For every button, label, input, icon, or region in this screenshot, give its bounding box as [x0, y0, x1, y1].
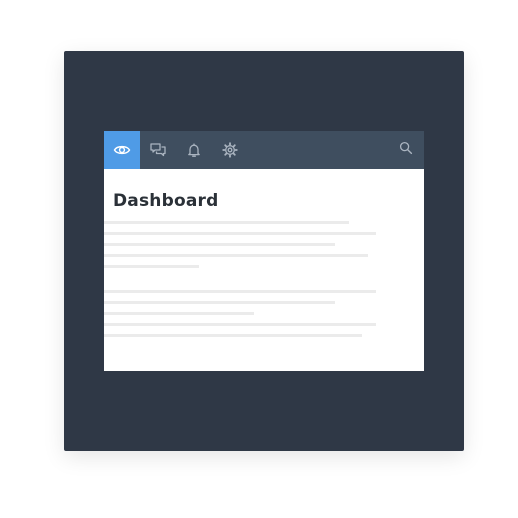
placeholder-text-line	[104, 312, 254, 315]
nav-item-settings[interactable]	[212, 131, 248, 169]
placeholder-text-line	[104, 323, 376, 326]
nav-item-messages[interactable]	[140, 131, 176, 169]
placeholder-text-line	[104, 221, 349, 224]
nav-item-notifications[interactable]	[176, 131, 212, 169]
placeholder-text-line	[104, 290, 376, 293]
chat-icon	[150, 143, 166, 157]
bell-icon	[188, 143, 200, 157]
top-navbar	[104, 131, 424, 169]
eye-icon	[113, 145, 131, 155]
placeholder-text-line	[104, 254, 368, 257]
search-button[interactable]	[396, 131, 416, 165]
gear-icon	[222, 142, 238, 158]
search-icon	[399, 141, 413, 155]
placeholder-text-line	[104, 265, 199, 268]
app-frame: Dashboard	[64, 51, 464, 451]
nav-item-view[interactable]	[104, 131, 140, 169]
main-content: Dashboard	[104, 169, 424, 371]
app-window: Dashboard	[104, 131, 424, 371]
placeholder-text-line	[104, 301, 335, 304]
placeholder-text-line	[104, 334, 362, 337]
placeholder-text-line	[104, 243, 335, 246]
page-title: Dashboard	[113, 191, 219, 211]
placeholder-text-line	[104, 232, 376, 235]
